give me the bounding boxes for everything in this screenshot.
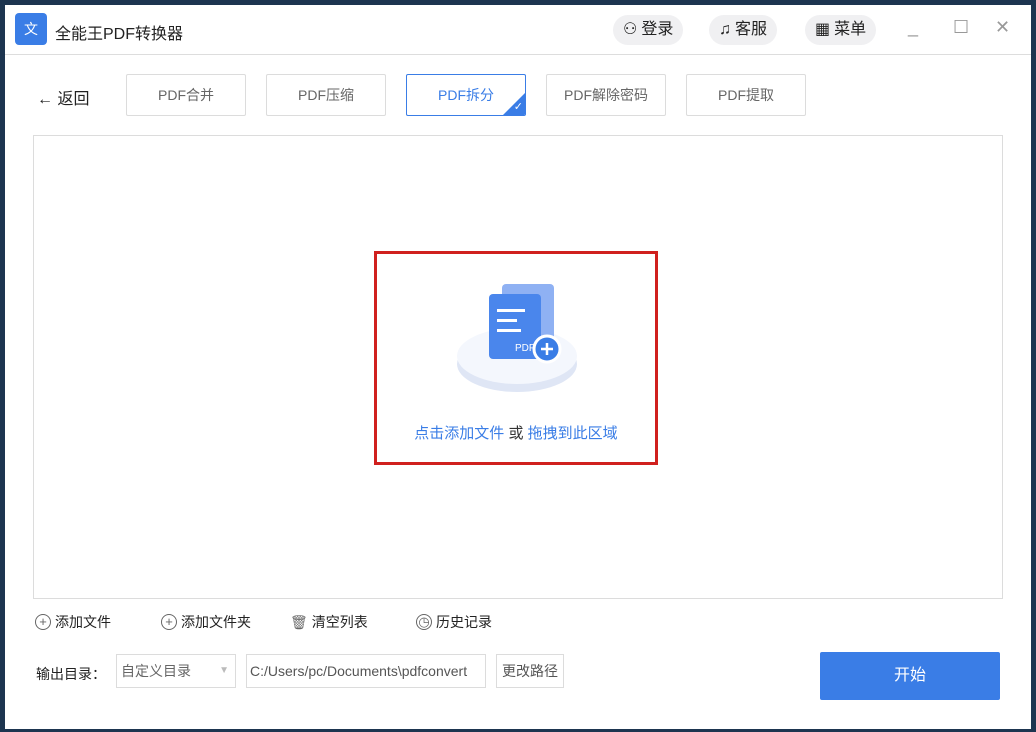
add-file-label: 添加文件 [55,614,111,630]
svg-text:PDF: PDF [515,343,535,354]
add-file-button[interactable]: + 添加文件 [35,612,111,632]
or-text: 或 [508,425,524,442]
select-value: 自定义目录 [121,663,191,679]
tab-pdf-compress[interactable]: PDF压缩 [266,74,386,116]
clear-label: 清空列表 [311,614,368,630]
plus-circle-icon: + [35,614,51,630]
drag-text: 拖拽到此区域 [527,425,618,442]
title-bar: 文 全能王PDF转换器 ⚇ 登录 ♫ 客服 ▦ 菜单 _ ☐ ✕ [5,5,1031,55]
user-icon: ⚇ [623,21,638,38]
maximize-button[interactable]: ☐ [953,17,969,38]
dropdown-arrow-icon: ▼ [219,665,229,676]
back-button[interactable]: ← 返回 [37,85,89,109]
tab-pdf-merge[interactable]: PDF合并 [126,74,246,116]
highlight-box: PDF 点击添加文件 或 拖拽到此区域 [374,251,658,465]
output-dir-select[interactable]: 自定义目录 ▼ [116,654,236,688]
menu-button[interactable]: ▦ 菜单 [805,15,877,45]
history-button[interactable]: ◷ 历史记录 [416,612,492,632]
tab-pdf-extract[interactable]: PDF提取 [686,74,806,116]
service-label: 客服 [735,21,768,38]
minimize-button[interactable]: _ [908,17,918,38]
clear-list-button[interactable]: 🗑 清空列表 [290,612,368,632]
grid-icon: ▦ [815,21,831,38]
tab-label: PDF拆分 [438,87,494,103]
login-button[interactable]: ⚇ 登录 [613,15,684,45]
clock-icon: ◷ [416,614,432,630]
output-dir-label: 输出目录： [36,666,106,682]
file-drop-area[interactable]: PDF 点击添加文件 或 拖拽到此区域 [33,135,1003,599]
change-path-button[interactable]: 更改路径 [496,654,564,688]
plus-circle-icon: + [161,614,177,630]
add-folder-label: 添加文件夹 [181,614,251,630]
add-folder-button[interactable]: + 添加文件夹 [161,612,251,632]
service-button[interactable]: ♫ 客服 [709,15,778,45]
arrow-left-icon: ← [37,91,53,108]
login-label: 登录 [641,21,674,38]
app-title: 全能王PDF转换器 [55,26,184,43]
click-add-link[interactable]: 点击添加文件 [414,425,504,442]
menu-label: 菜单 [834,21,867,38]
add-pdf-icon: PDF [457,284,577,392]
back-label: 返回 [57,91,90,108]
headset-icon: ♫ [719,21,731,38]
tab-pdf-unlock[interactable]: PDF解除密码 [546,74,666,116]
close-button[interactable]: ✕ [995,17,1010,38]
drop-instructions: 点击添加文件 或 拖拽到此区域 [377,422,655,443]
check-icon: ✓ [513,101,523,113]
app-window: 文 全能王PDF转换器 ⚇ 登录 ♫ 客服 ▦ 菜单 _ ☐ ✕ ← 返回 PDF合并… [5,5,1031,729]
tab-pdf-split[interactable]: PDF拆分 ✓ [406,74,526,116]
start-button[interactable]: 开始 [820,652,1000,700]
history-label: 历史记录 [436,614,492,630]
app-logo: 文 [15,13,47,45]
trash-icon: 🗑 [290,613,308,630]
output-path-field[interactable]: C:/Users/pc/Documents\pdfconvert [246,654,486,688]
